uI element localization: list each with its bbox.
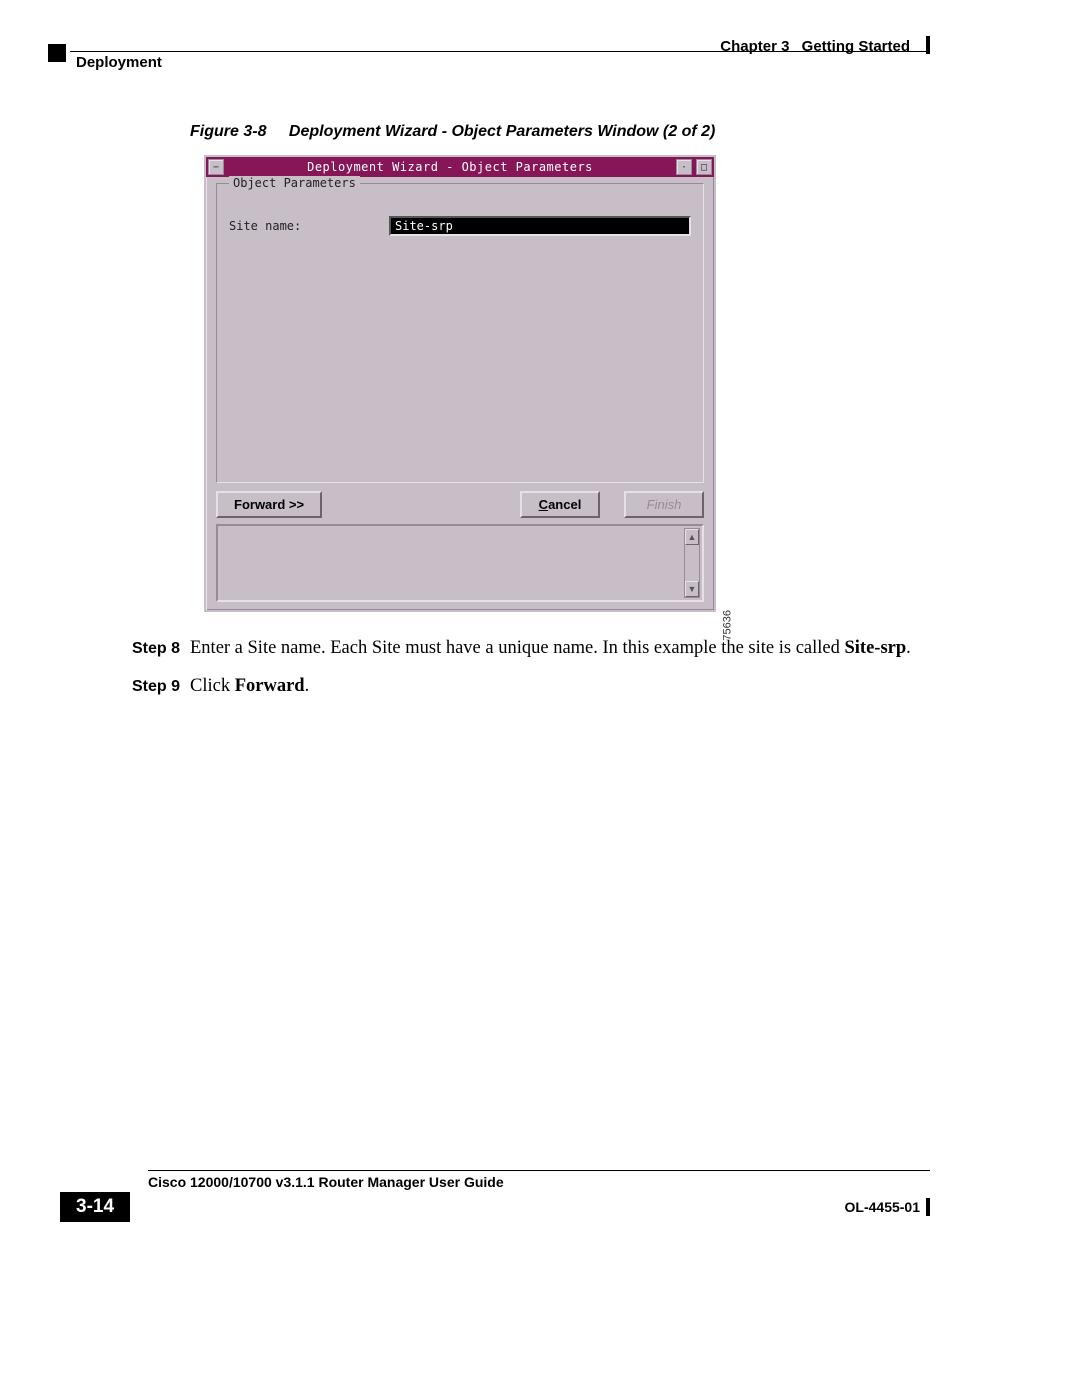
header-section: Deployment bbox=[76, 54, 162, 71]
minimize-icon[interactable]: · bbox=[676, 159, 692, 175]
footer-rule bbox=[148, 1170, 930, 1171]
footer-doc-id: OL-4455-01 bbox=[845, 1199, 920, 1215]
step-row: Step 9 Click Forward. bbox=[132, 674, 960, 700]
figure-title: Deployment Wizard - Object Parameters Wi… bbox=[289, 123, 715, 140]
step-label: Step 8 bbox=[132, 636, 190, 662]
scrollbar[interactable]: ▲ ▼ bbox=[684, 528, 700, 598]
footer-guide-title: Cisco 12000/10700 v3.1.1 Router Manager … bbox=[148, 1174, 930, 1190]
window-menu-icon[interactable]: − bbox=[208, 159, 224, 175]
log-area: ▲ ▼ bbox=[216, 524, 704, 602]
maximize-icon[interactable]: □ bbox=[696, 159, 712, 175]
chapter-title: Getting Started bbox=[802, 38, 910, 55]
fieldset-legend: Object Parameters bbox=[229, 176, 360, 190]
site-name-input[interactable] bbox=[389, 216, 691, 236]
site-name-label: Site name: bbox=[229, 219, 389, 233]
titlebar: − Deployment Wizard - Object Parameters … bbox=[206, 157, 714, 177]
header-chapter: Chapter 3 Getting Started bbox=[720, 38, 910, 55]
step-row: Step 8 Enter a Site name. Each Site must… bbox=[132, 636, 960, 662]
chapter-label: Chapter 3 bbox=[720, 38, 789, 55]
dialog-title: Deployment Wizard - Object Parameters bbox=[226, 160, 674, 174]
step-label: Step 9 bbox=[132, 674, 190, 700]
step-text: Enter a Site name. Each Site must have a… bbox=[190, 636, 911, 662]
object-parameters-fieldset: Object Parameters Site name: bbox=[216, 183, 704, 483]
footer-bar-icon bbox=[926, 1198, 930, 1216]
figure-number: Figure 3-8 bbox=[190, 123, 266, 140]
page-number: 3-14 bbox=[60, 1192, 130, 1222]
step-text: Click Forward. bbox=[190, 674, 309, 700]
header-bar-icon bbox=[926, 36, 930, 54]
figure-caption: Figure 3-8 Deployment Wizard - Object Pa… bbox=[190, 123, 715, 141]
scroll-down-icon[interactable]: ▼ bbox=[685, 581, 699, 597]
finish-button: Finish bbox=[624, 491, 704, 518]
cancel-button[interactable]: Cancel bbox=[520, 491, 600, 518]
scroll-up-icon[interactable]: ▲ bbox=[685, 529, 699, 545]
header-square-icon bbox=[48, 44, 66, 62]
forward-button[interactable]: Forward >> bbox=[216, 491, 322, 518]
deployment-wizard-dialog: − Deployment Wizard - Object Parameters … bbox=[204, 155, 716, 612]
